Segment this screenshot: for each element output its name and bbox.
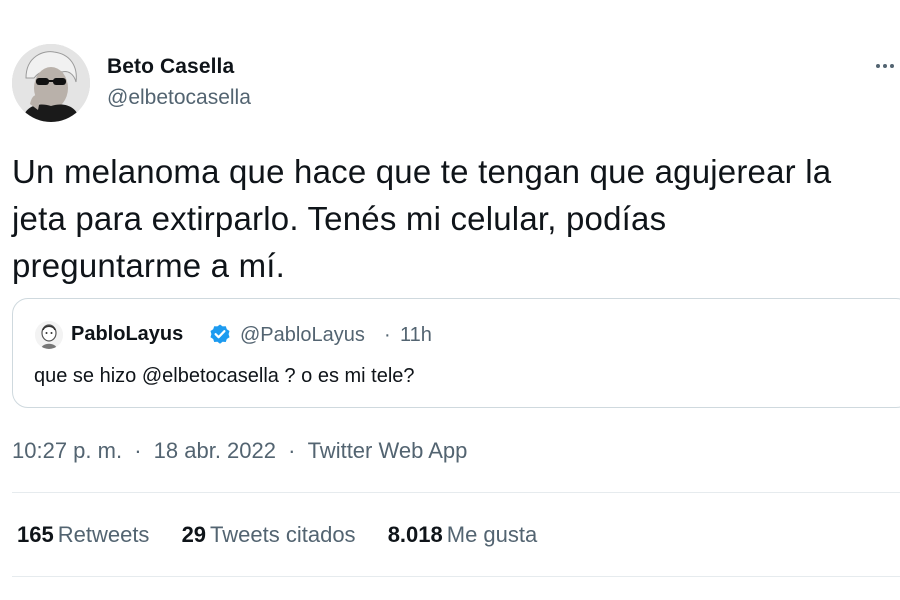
tweet-stats: 165 Retweets 29 Tweets citados 8.018 Me gus… [17,522,563,548]
quote-avatar[interactable] [35,321,63,349]
meta-separator: · [288,438,296,463]
likes-count: 8.018 [387,522,443,547]
quote-author-name[interactable]: PabloLayus [71,323,183,346]
retweets-count: 165 [17,522,54,547]
divider [12,492,900,493]
author-name[interactable]: Beto Casella [107,55,234,79]
likes-label: Me gusta [446,522,538,547]
tweet-source[interactable]: Twitter Web App [308,438,468,464]
retweets-label: Retweets [57,522,150,547]
verified-badge-icon [210,324,230,344]
quote-author-handle[interactable]: @PabloLayus [240,324,365,347]
tweet-meta: 10:27 p. m. · 18 abr. 2022 · Twitter Web… [12,438,467,464]
quote-text: que se hizo @elbetocasella ? o es mi tel… [34,365,415,387]
tweet-card: Beto Casella @elbetocasella Un melanoma … [0,0,900,600]
tweet-time[interactable]: 10:27 p. m. [12,438,122,464]
quote-tweets-label: Tweets citados [210,522,356,547]
quote-avatar-photo-icon [35,321,63,349]
divider [12,576,900,577]
author-handle[interactable]: @elbetocasella [107,86,251,110]
quoted-tweet[interactable]: PabloLayus @PabloLayus · 11h que se hizo… [12,298,900,408]
tweet-date[interactable]: 18 abr. 2022 [154,438,276,464]
quote-separator: · [384,324,391,346]
meta-separator: · [134,438,142,463]
author-avatar[interactable] [12,44,90,122]
more-options-icon[interactable] [876,60,900,72]
quote-tweets-stat[interactable]: 29 Tweets citados [182,522,356,548]
retweets-stat[interactable]: 165 Retweets [17,522,149,548]
quote-timestamp[interactable]: 11h [400,324,432,347]
likes-stat[interactable]: 8.018 Me gusta [388,522,538,548]
quote-tweets-count: 29 [181,522,207,547]
tweet-text: Un melanoma que hace que te tengan que a… [12,153,832,284]
avatar-photo-icon [12,44,90,122]
